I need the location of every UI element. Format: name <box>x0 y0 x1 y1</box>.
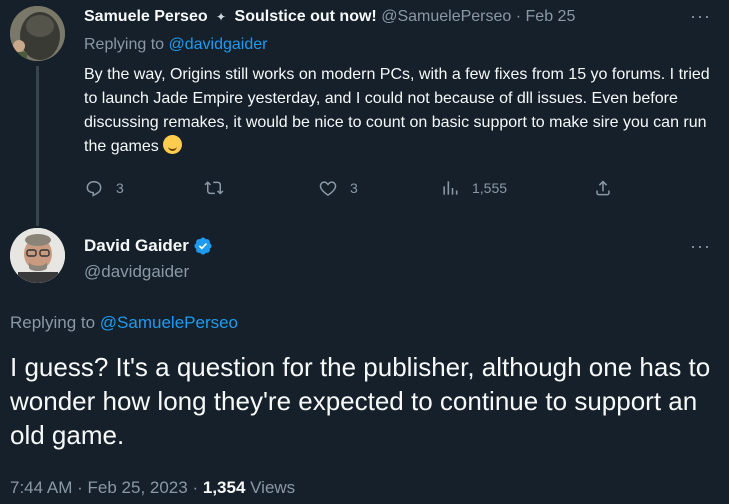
reply-tweet[interactable]: Samuele Perseo ✦ Soulstice out now! @Sam… <box>0 0 729 226</box>
more-options-button[interactable]: ··· <box>690 6 711 27</box>
retweet-icon <box>204 181 224 195</box>
avatar[interactable] <box>10 228 65 283</box>
replying-to-link[interactable]: @SamuelePerseo <box>100 313 238 332</box>
reply-count: 3 <box>116 180 124 196</box>
like-count: 3 <box>350 180 358 196</box>
views-button[interactable]: 1,555 <box>440 178 507 198</box>
author-name[interactable]: Samuele Perseo <box>84 8 208 25</box>
thread-line <box>36 66 39 226</box>
views-label: Views <box>250 478 296 497</box>
tweet-date[interactable]: · Feb 25 <box>516 8 576 25</box>
replying-to: Replying to @davidgaider <box>84 36 267 54</box>
grinning-sweat-emoji-icon <box>163 135 183 154</box>
share-button[interactable] <box>593 178 625 198</box>
author-name[interactable]: David Gaider <box>84 236 189 256</box>
views-chart-icon <box>443 181 458 195</box>
views-count: 1,354 <box>202 478 246 497</box>
tweet-thread: Samuele Perseo ✦ Soulstice out now! @Sam… <box>0 0 729 504</box>
reply-icon <box>86 181 102 197</box>
meta-separator: · <box>192 478 199 497</box>
author-name-row: David Gaider <box>84 236 213 256</box>
avatar-image <box>10 228 65 283</box>
replying-prefix: Replying to <box>84 36 165 53</box>
author-handle[interactable]: @SamuelePerseo <box>381 8 511 25</box>
tweet-body: By the way, Origins still works on moder… <box>84 63 724 159</box>
meta-separator: · <box>77 478 83 497</box>
like-button[interactable]: 3 <box>318 178 358 198</box>
author-name-suffix[interactable]: Soulstice out now! <box>235 8 377 25</box>
views-count: 1,555 <box>472 180 508 196</box>
replying-to-link[interactable]: @davidgaider <box>169 36 268 53</box>
replying-prefix: Replying to <box>10 313 96 332</box>
replying-to: Replying to @SamuelePerseo <box>10 313 238 333</box>
tweet-body: I guess? It's a question for the publish… <box>10 352 711 450</box>
tweet-meta: 7:44 AM · Feb 25, 2023 · 1,354 Views <box>10 478 295 498</box>
author-handle[interactable]: @davidgaider <box>84 262 189 282</box>
retweet-button[interactable] <box>204 178 236 198</box>
tweet-time[interactable]: 7:44 AM <box>10 478 72 497</box>
tweet-header: Samuele Perseo ✦ Soulstice out now! @Sam… <box>84 8 575 26</box>
share-icon <box>596 180 610 196</box>
avatar[interactable] <box>10 6 65 61</box>
heart-icon <box>319 181 337 196</box>
controller-icon: ✦ <box>216 10 227 24</box>
verified-badge-icon[interactable] <box>193 236 213 256</box>
tweet-date[interactable]: Feb 25, 2023 <box>88 478 188 497</box>
avatar-image <box>10 6 65 61</box>
reply-button[interactable]: 3 <box>84 178 124 198</box>
more-options-button[interactable]: ··· <box>690 236 711 257</box>
